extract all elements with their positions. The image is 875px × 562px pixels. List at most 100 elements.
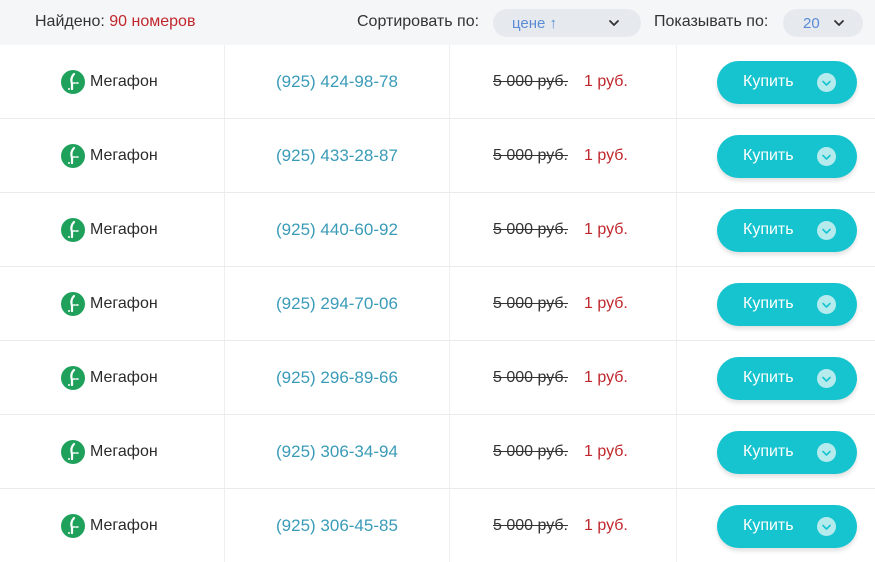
numbers-list: Мегафон (925) 424-98-78 5 000 руб. 1 руб…	[0, 45, 875, 562]
column-divider	[676, 415, 677, 488]
check-circle-icon	[817, 517, 836, 536]
operator: Мегафон	[61, 514, 158, 538]
column-divider	[676, 193, 677, 266]
operator: Мегафон	[61, 144, 158, 168]
buy-button-label: Купить	[743, 221, 794, 238]
check-circle-icon	[817, 443, 836, 462]
buy-button[interactable]: Купить	[717, 283, 857, 326]
buy-button-label: Купить	[743, 73, 794, 90]
old-price: 5 000 руб.	[493, 295, 568, 312]
column-divider	[449, 267, 450, 340]
phone-number-link[interactable]: (925) 306-45-85	[276, 516, 398, 536]
phone-number-link[interactable]: (925) 424-98-78	[276, 72, 398, 92]
new-price: 1 руб.	[584, 221, 628, 238]
column-divider	[224, 119, 225, 192]
found-label: Найдено:	[35, 13, 105, 30]
column-divider	[224, 45, 225, 118]
operator: Мегафон	[61, 70, 158, 94]
sort-label: Сортировать по:	[357, 13, 480, 30]
column-divider	[449, 193, 450, 266]
page-size-value: 20	[803, 14, 820, 32]
check-circle-icon	[817, 147, 836, 166]
phone-number-link[interactable]: (925) 294-70-06	[276, 294, 398, 314]
column-divider	[224, 415, 225, 488]
buy-button[interactable]: Купить	[717, 135, 857, 178]
operator: Мегафон	[61, 440, 158, 464]
number-row: Мегафон (925) 440-60-92 5 000 руб. 1 руб…	[0, 193, 875, 267]
check-circle-icon	[817, 73, 836, 92]
operator: Мегафон	[61, 366, 158, 390]
megafon-logo-icon	[61, 218, 85, 242]
column-divider	[449, 489, 450, 562]
column-divider	[224, 489, 225, 562]
chevron-down-icon	[832, 16, 846, 30]
check-circle-icon	[817, 369, 836, 388]
megafon-logo-icon	[61, 292, 85, 316]
number-row: Мегафон (925) 424-98-78 5 000 руб. 1 руб…	[0, 45, 875, 119]
old-price: 5 000 руб.	[493, 147, 568, 164]
buy-button[interactable]: Купить	[717, 431, 857, 474]
megafon-logo-icon	[61, 514, 85, 538]
check-circle-icon	[817, 221, 836, 240]
buy-button[interactable]: Купить	[717, 357, 857, 400]
buy-button-label: Купить	[743, 369, 794, 386]
buy-button[interactable]: Купить	[717, 209, 857, 252]
page-size-select[interactable]: 20	[783, 9, 863, 37]
megafon-logo-icon	[61, 70, 85, 94]
phone-number-link[interactable]: (925) 306-34-94	[276, 442, 398, 462]
column-divider	[449, 415, 450, 488]
phone-number-link[interactable]: (925) 440-60-92	[276, 220, 398, 240]
buy-button-label: Купить	[743, 295, 794, 312]
operator: Мегафон	[61, 218, 158, 242]
operator-name: Мегафон	[90, 443, 158, 460]
results-toolbar: Найдено: 90 номеров Сортировать по: цене…	[0, 0, 875, 45]
new-price: 1 руб.	[584, 295, 628, 312]
buy-button-label: Купить	[743, 147, 794, 164]
operator-name: Мегафон	[90, 517, 158, 534]
new-price: 1 руб.	[584, 369, 628, 386]
check-circle-icon	[817, 295, 836, 314]
sort-value: цене ↑	[512, 14, 558, 32]
megafon-logo-icon	[61, 366, 85, 390]
megafon-logo-icon	[61, 440, 85, 464]
phone-number-link[interactable]: (925) 296-89-66	[276, 368, 398, 388]
operator-name: Мегафон	[90, 221, 158, 238]
operator: Мегафон	[61, 292, 158, 316]
old-price: 5 000 руб.	[493, 517, 568, 534]
operator-name: Мегафон	[90, 73, 158, 90]
new-price: 1 руб.	[584, 73, 628, 90]
chevron-down-icon	[607, 16, 621, 30]
number-row: Мегафон (925) 296-89-66 5 000 руб. 1 руб…	[0, 341, 875, 415]
number-row: Мегафон (925) 294-70-06 5 000 руб. 1 руб…	[0, 267, 875, 341]
sort-select[interactable]: цене ↑	[493, 9, 641, 37]
column-divider	[676, 489, 677, 562]
column-divider	[676, 45, 677, 118]
column-divider	[224, 193, 225, 266]
buy-button-label: Купить	[743, 517, 794, 534]
operator-name: Мегафон	[90, 147, 158, 164]
column-divider	[676, 119, 677, 192]
buy-button[interactable]: Купить	[717, 61, 857, 104]
phone-number-link[interactable]: (925) 433-28-87	[276, 146, 398, 166]
old-price: 5 000 руб.	[493, 221, 568, 238]
buy-button-label: Купить	[743, 443, 794, 460]
operator-name: Мегафон	[90, 369, 158, 386]
column-divider	[449, 45, 450, 118]
number-row: Мегафон (925) 306-34-94 5 000 руб. 1 руб…	[0, 415, 875, 489]
page-size-label: Показывать по:	[654, 13, 769, 30]
old-price: 5 000 руб.	[493, 443, 568, 460]
new-price: 1 руб.	[584, 517, 628, 534]
column-divider	[224, 341, 225, 414]
number-row: Мегафон (925) 433-28-87 5 000 руб. 1 руб…	[0, 119, 875, 193]
column-divider	[449, 341, 450, 414]
column-divider	[676, 341, 677, 414]
number-row: Мегафон (925) 306-45-85 5 000 руб. 1 руб…	[0, 489, 875, 562]
found-count: 90 номеров	[109, 13, 196, 30]
old-price: 5 000 руб.	[493, 73, 568, 90]
operator-name: Мегафон	[90, 295, 158, 312]
buy-button[interactable]: Купить	[717, 505, 857, 548]
column-divider	[676, 267, 677, 340]
megafon-logo-icon	[61, 144, 85, 168]
column-divider	[449, 119, 450, 192]
new-price: 1 руб.	[584, 147, 628, 164]
